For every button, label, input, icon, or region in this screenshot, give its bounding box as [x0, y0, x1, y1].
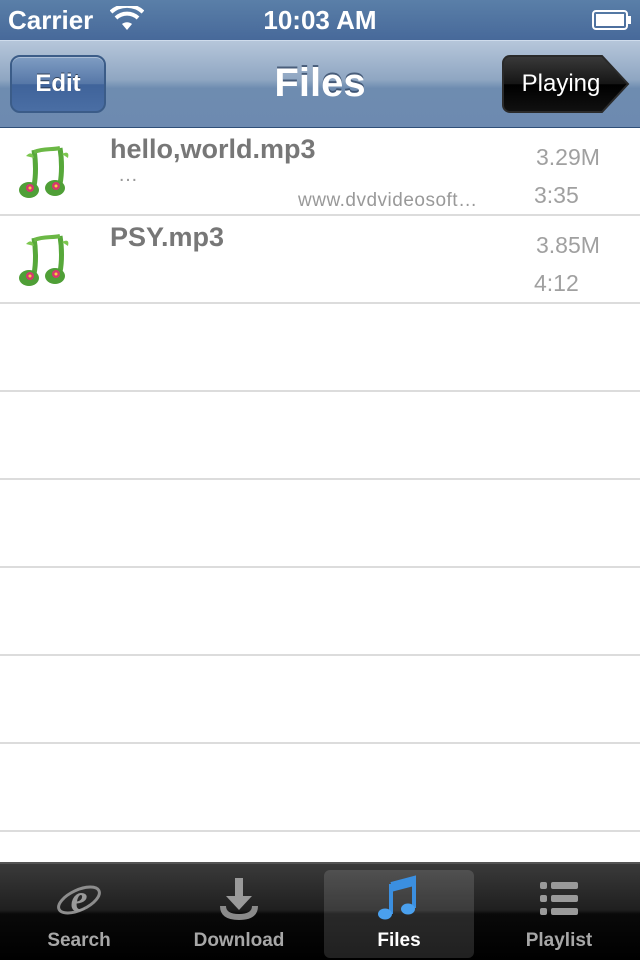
file-size: 3.29M	[536, 144, 600, 170]
navigation-bar: Edit Files Playing	[0, 40, 640, 128]
empty-row	[0, 480, 640, 568]
tab-files[interactable]: Files	[324, 870, 474, 958]
file-duration: 3:35	[534, 182, 579, 208]
playing-label: Playing	[521, 70, 601, 97]
download-icon	[220, 878, 258, 920]
empty-row	[0, 656, 640, 744]
file-title: PSY.mp3	[110, 222, 225, 252]
tab-label: Playlist	[525, 930, 593, 951]
file-title: hello,world.mp3	[110, 134, 316, 164]
empty-row	[0, 304, 640, 392]
music-notes-icon	[19, 234, 69, 286]
status-bar: Carrier 10:03 AM	[0, 0, 640, 40]
file-size: 3.85M	[536, 232, 600, 258]
file-row[interactable]: PSY.mp3 3.85M 4:12	[0, 216, 640, 304]
internet-explorer-icon: e	[57, 878, 101, 920]
file-row[interactable]: hello,world.mp3 … www.dvdvideosoft… 3.29…	[0, 128, 640, 216]
empty-row	[0, 392, 640, 480]
tab-label: Search	[47, 930, 111, 951]
tab-search[interactable]: e Search	[4, 870, 154, 958]
battery-icon	[592, 10, 631, 30]
now-playing-button[interactable]: Playing	[502, 55, 630, 113]
file-source: www.dvdvideosoft…	[298, 190, 478, 211]
tab-label: Files	[377, 930, 421, 951]
empty-row	[0, 744, 640, 832]
list-icon	[540, 882, 578, 915]
music-note-icon	[378, 875, 416, 920]
music-notes-icon	[19, 146, 69, 198]
tab-label: Download	[193, 930, 285, 951]
tab-download[interactable]: Download	[164, 870, 314, 958]
file-duration: 4:12	[534, 270, 579, 296]
file-subtitle: …	[118, 164, 138, 186]
file-list: hello,world.mp3 … www.dvdvideosoft… 3.29…	[0, 128, 640, 862]
tab-bar: e Search Download Files Playlist	[0, 862, 640, 960]
empty-row	[0, 568, 640, 656]
clock: 10:03 AM	[263, 5, 377, 35]
svg-text:e: e	[71, 878, 88, 920]
tab-playlist[interactable]: Playlist	[484, 870, 634, 958]
